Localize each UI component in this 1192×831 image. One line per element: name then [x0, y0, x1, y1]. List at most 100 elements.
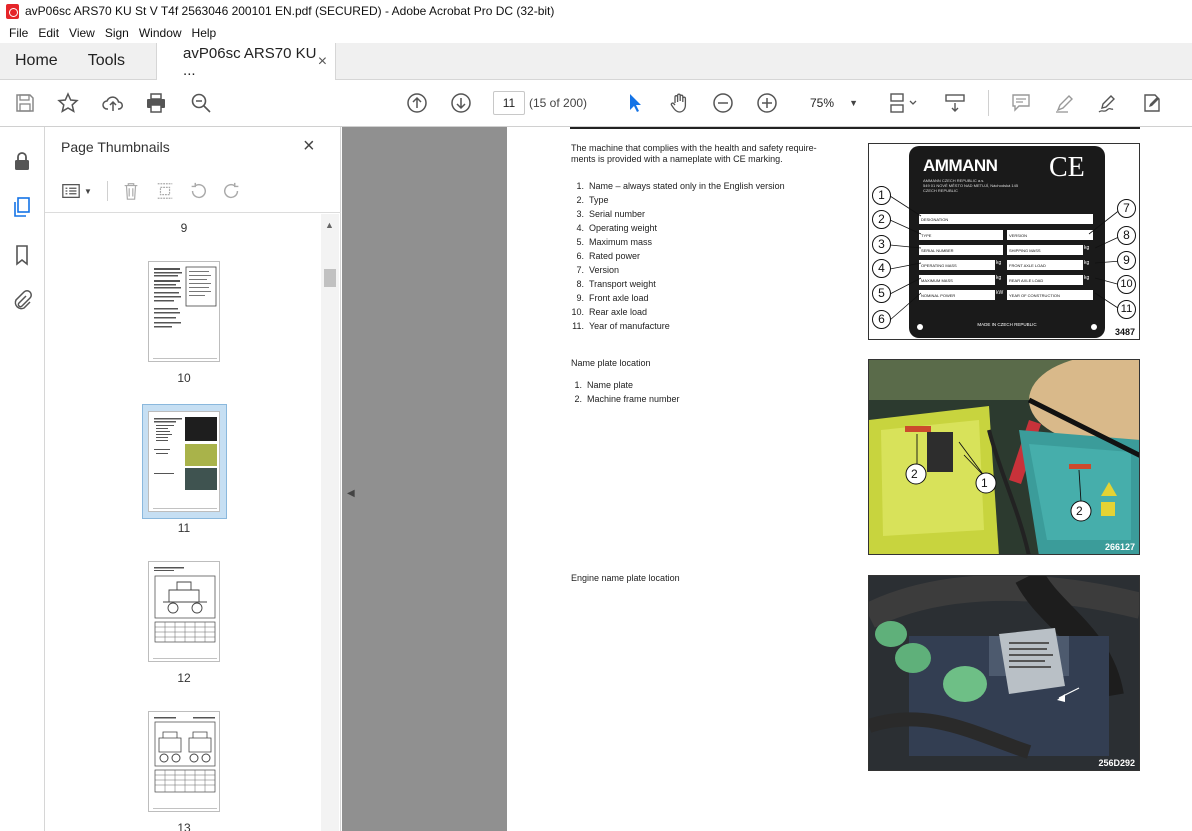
thumbnail-label: 13 [177, 821, 191, 831]
thumbnail-options-button[interactable]: ▼ [61, 179, 92, 203]
callout-number: 7 [1117, 199, 1136, 218]
next-page-icon[interactable] [448, 90, 474, 116]
hand-tool-icon[interactable] [666, 90, 692, 116]
scroll-mode-icon[interactable] [942, 90, 968, 116]
menu-file[interactable]: File [4, 26, 33, 40]
zoom-out-icon[interactable] [710, 90, 736, 116]
tab-document-label: avP06sc ARS70 KU ... [183, 44, 317, 79]
select-cursor-icon[interactable] [622, 90, 648, 116]
rotate-right-icon[interactable] [222, 179, 242, 203]
scroll-up-icon[interactable]: ▲ [325, 220, 334, 230]
save-icon[interactable] [12, 90, 38, 116]
engine-photo [869, 576, 1139, 770]
scrollbar-thumb[interactable] [324, 269, 336, 287]
page-thumbnails-icon[interactable] [9, 194, 35, 220]
page-header-rule [570, 127, 1140, 129]
attachments-paperclip-icon[interactable] [9, 287, 35, 313]
highlight-pen-icon[interactable] [1052, 90, 1078, 116]
intro-line: The machine that complies with the healt… [571, 143, 817, 153]
list-options-icon [62, 184, 80, 198]
collapse-panel-icon[interactable]: ◀ [347, 488, 355, 499]
callout-leaders [889, 195, 1122, 321]
title-bar: avP06sc ARS70 KU St V T4f 2563046 200101… [0, 0, 1192, 22]
panel-title: Page Thumbnails [61, 139, 170, 155]
chevron-down-icon: ▼ [84, 186, 92, 196]
list-item: 1. Name plate [574, 380, 634, 390]
menu-bar: File Edit View Sign Window Help [0, 22, 1192, 43]
callout-number: 4 [872, 259, 891, 278]
zoom-in-icon[interactable] [754, 90, 780, 116]
bookmarks-icon[interactable] [9, 242, 35, 268]
zoom-search-icon[interactable] [188, 90, 214, 116]
rotate-left-icon[interactable] [188, 179, 208, 203]
list-item: 7. Version [576, 265, 620, 275]
pdf-page: The machine that complies with the healt… [507, 127, 1192, 831]
lock-icon[interactable] [9, 148, 35, 174]
name-plate-location-photo: 2 1 2 266127 [868, 359, 1140, 555]
previous-page-icon[interactable] [404, 90, 430, 116]
list-item: 1. Name – always stated only in the Engli… [576, 181, 785, 191]
machine-photo [869, 360, 1139, 554]
callout-number: 9 [1117, 251, 1136, 270]
callout-number: 1 [981, 476, 988, 490]
thumbnail-page-12[interactable] [148, 561, 220, 662]
draw-sign-icon[interactable] [1095, 90, 1121, 116]
tab-bar: Home Tools avP06sc ARS70 KU ... × [0, 43, 1192, 80]
list-item: 10. Rear axle load [571, 307, 648, 317]
list-item: 8. Transport weight [576, 279, 656, 289]
menu-window[interactable]: Window [134, 26, 187, 40]
callout-number: 8 [1117, 226, 1136, 245]
list-item: 5. Maximum mass [576, 237, 653, 247]
callout-number: 5 [872, 284, 891, 303]
page-display-icon[interactable] [886, 90, 922, 116]
page-number-input[interactable] [493, 91, 525, 115]
figure-code: 266127 [1104, 542, 1135, 552]
window-title: avP06sc ARS70 KU St V T4f 2563046 200101… [25, 4, 555, 18]
tab-document[interactable]: avP06sc ARS70 KU ... × [156, 43, 337, 80]
list-item: 9. Front axle load [576, 293, 649, 303]
list-item: 6. Rated power [576, 251, 641, 261]
tab-home[interactable]: Home [0, 43, 73, 79]
nameplate-items-list: 1. Name – always stated only in the Engli… [571, 179, 785, 333]
tab-close-icon[interactable]: × [318, 53, 327, 71]
page-count: (15 of 200) [529, 96, 588, 110]
menu-edit[interactable]: Edit [33, 26, 64, 40]
thumbnail-page-11[interactable] [148, 411, 220, 512]
list-item: 2. Machine frame number [574, 394, 680, 404]
thumbnail-scrollbar[interactable]: ▲ [321, 214, 339, 831]
callout-number: 6 [872, 310, 891, 329]
thumbnail-page-10[interactable] [148, 261, 220, 362]
callout-number: 10 [1117, 275, 1136, 294]
callout-number: 2 [1076, 504, 1083, 518]
thumbnail-page-13[interactable] [148, 711, 220, 812]
comment-icon[interactable] [1008, 90, 1034, 116]
delete-page-icon[interactable] [121, 179, 141, 203]
menu-view[interactable]: View [64, 26, 100, 40]
extract-page-icon[interactable] [155, 179, 175, 203]
callout-number: 3 [872, 235, 891, 254]
zoom-level-select[interactable]: 75% ▼ [800, 91, 864, 115]
fill-sign-icon[interactable] [1139, 90, 1165, 116]
close-panel-icon[interactable]: × [303, 135, 315, 158]
upload-cloud-icon[interactable] [100, 90, 126, 116]
name-plate-location-heading: Name plate location [571, 358, 651, 368]
thumbnail-toolbar: ▼ [45, 169, 341, 213]
print-icon[interactable] [143, 90, 169, 116]
menu-sign[interactable]: Sign [100, 26, 134, 40]
page-thumbnails-panel: Page Thumbnails × ▼ 9 10 11 12 13 ▲ [45, 127, 341, 831]
engine-plate-heading: Engine name plate location [571, 573, 680, 583]
list-item: 11. Year of manufacture [572, 321, 670, 331]
callout-number: 1 [872, 186, 891, 205]
location-items-list: 1. Name plate 2. Machine frame number [569, 378, 680, 406]
thumbnail-label: 10 [177, 371, 191, 385]
nameplate-figure: AMMANN CE AMMANN CZECH REPUBLIC a.s. 549… [868, 143, 1140, 340]
intro-line: ments is provided with a nameplate with … [571, 154, 783, 164]
thumbnail-list[interactable]: 9 10 11 12 13 [45, 214, 341, 831]
tab-tools[interactable]: Tools [73, 43, 140, 79]
toolbar: (15 of 200) 75% ▼ [0, 80, 1192, 127]
thumbnail-label: 12 [177, 671, 191, 685]
bookmark-star-icon[interactable] [55, 90, 81, 116]
chevron-down-icon: ▼ [849, 98, 858, 108]
menu-help[interactable]: Help [187, 26, 222, 40]
list-item: 3. Serial number [576, 209, 646, 219]
